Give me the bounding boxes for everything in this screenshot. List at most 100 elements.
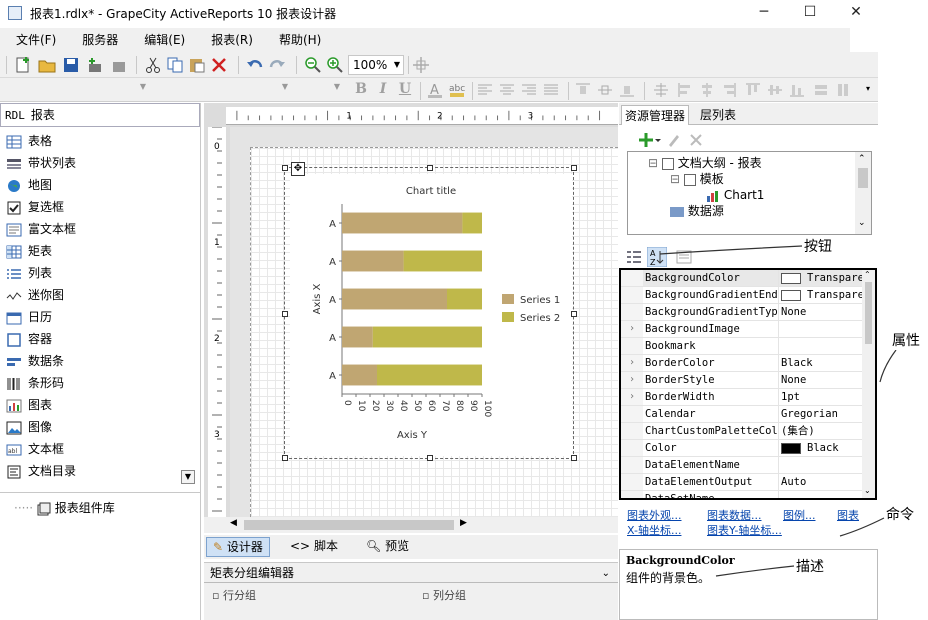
property-value[interactable]: None — [781, 304, 863, 320]
add-icon[interactable] — [639, 131, 663, 149]
toolbox-item-sparkline[interactable]: 迷你图 — [6, 284, 64, 306]
property-row[interactable]: ChartCustomPaletteColo (集合) — [621, 423, 862, 440]
cut-icon[interactable] — [144, 56, 162, 74]
toolbar-overflow-icon[interactable]: ▾ — [866, 84, 870, 93]
property-value[interactable] — [781, 338, 863, 354]
scroll-right-icon[interactable]: ▶ — [460, 518, 467, 528]
property-scrollbar[interactable]: ⌃ ⌄ — [862, 270, 875, 498]
library-item[interactable]: ····· 报表组件库 — [14, 499, 115, 516]
toolbox-item-banded-list[interactable]: 带状列表 — [6, 152, 76, 174]
align-right-icon[interactable] — [520, 81, 538, 99]
resize-handle[interactable] — [427, 165, 433, 171]
scroll-thumb[interactable] — [244, 520, 454, 530]
copy-icon[interactable] — [166, 56, 184, 74]
expand-arrow-icon[interactable]: › — [621, 389, 643, 405]
same-width-icon[interactable] — [812, 81, 830, 99]
property-row[interactable]: › BorderWidth 1pt — [621, 389, 862, 406]
undo-icon[interactable] — [246, 56, 264, 74]
resize-handle[interactable] — [282, 311, 288, 317]
minimize-button[interactable]: ─ — [742, 0, 786, 26]
same-height-icon[interactable] — [834, 81, 852, 99]
expand-arrow-icon[interactable]: › — [621, 372, 643, 388]
valign-middle-icon[interactable] — [596, 81, 614, 99]
tab-explorer[interactable]: 资源管理器 — [621, 105, 690, 125]
remove-section-icon[interactable] — [110, 56, 128, 74]
scroll-left-icon[interactable]: ◀ — [230, 518, 237, 528]
report-canvas[interactable]: Chart title A A A A A 0 10 20 30 40 50 60 70 80 90 100 Ax… — [230, 127, 618, 517]
property-row[interactable]: Color Black — [621, 440, 862, 457]
horizontal-scrollbar[interactable]: ◀ ▶ — [204, 517, 618, 533]
resize-handle[interactable] — [282, 165, 288, 171]
legend-link[interactable]: 图例... — [783, 507, 816, 523]
property-value[interactable]: Transparent — [781, 270, 863, 286]
zoom-in-icon[interactable] — [326, 56, 344, 74]
align-tops-icon[interactable] — [744, 81, 762, 99]
remove-icon[interactable] — [689, 133, 703, 147]
property-value[interactable]: Transparent — [781, 287, 863, 303]
font-color-icon[interactable]: A — [426, 81, 444, 99]
categorized-icon[interactable] — [625, 248, 643, 266]
toolbox-header[interactable]: RDL 报表 — [0, 103, 200, 127]
highlight-color-icon[interactable]: abc — [448, 81, 466, 99]
menu-report[interactable]: 报表(R) — [201, 28, 263, 52]
resize-handle[interactable] — [427, 455, 433, 461]
toolbox-item-tablix[interactable]: 矩表 — [6, 240, 52, 262]
font-size-select[interactable]: ▼ — [296, 80, 344, 100]
property-value[interactable]: Black — [781, 355, 863, 371]
bold-icon[interactable]: B — [352, 81, 370, 99]
property-value[interactable]: (集合) — [781, 423, 863, 439]
zoom-out-icon[interactable] — [304, 56, 322, 74]
property-row[interactable]: BackgroundColor Transparent — [621, 270, 863, 287]
property-row[interactable]: DataSetName — [621, 491, 863, 498]
toolbox-item-chart[interactable]: 图表 — [6, 394, 52, 416]
toolbox-item-barcode[interactable]: 条形码 — [6, 372, 64, 394]
resize-handle[interactable] — [571, 311, 577, 317]
font-select[interactable]: ▼ — [156, 80, 292, 100]
close-button[interactable]: ✕ — [834, 0, 878, 26]
property-row[interactable]: › BorderStyle None — [621, 372, 862, 389]
save-icon[interactable] — [62, 56, 80, 74]
tree-node-datasource[interactable]: 数据源 — [670, 202, 724, 220]
property-row[interactable]: BackgroundGradientEndC Transparent — [621, 287, 863, 304]
property-row[interactable]: Calendar Gregorian — [621, 406, 862, 423]
tab-preview[interactable]: 🔍︎ 预览 — [360, 537, 415, 557]
align-left-icon[interactable] — [476, 81, 494, 99]
property-value[interactable] — [781, 491, 863, 498]
toolbox-item-map[interactable]: 地图 — [6, 174, 52, 196]
tab-layers[interactable]: 层列表 — [697, 105, 739, 125]
align-center-icon[interactable] — [498, 81, 516, 99]
toolbox-item-checkbox[interactable]: 复选框 — [6, 196, 64, 218]
fit-view-icon[interactable] — [412, 56, 430, 74]
resize-handle[interactable] — [282, 455, 288, 461]
toolbox-item-textbox[interactable]: abl 文本框 — [6, 438, 64, 460]
redo-icon[interactable] — [268, 56, 286, 74]
align-middles-icon[interactable] — [766, 81, 784, 99]
style-select[interactable]: ▼ — [10, 80, 150, 100]
align-centers-icon[interactable] — [698, 81, 716, 99]
property-value[interactable]: Black — [781, 440, 863, 456]
toolbox-item-toc[interactable]: 文档目录 — [6, 460, 76, 482]
report-page[interactable]: Chart title A A A A A 0 10 20 30 40 50 60 70 80 90 100 Ax… — [250, 147, 618, 517]
underline-icon[interactable]: U — [396, 81, 414, 99]
property-value[interactable]: None — [781, 372, 863, 388]
zoom-select[interactable]: 100% ▼ — [348, 55, 404, 75]
toolbox-item-list[interactable]: 列表 — [6, 262, 52, 284]
add-section-icon[interactable] — [86, 56, 104, 74]
new-report-icon[interactable] — [14, 56, 32, 74]
chevron-down-icon[interactable]: ⌄ — [602, 564, 610, 584]
property-row[interactable]: BackgroundGradientType None — [621, 304, 862, 321]
chart-data-link[interactable]: 图表数据... — [707, 507, 762, 523]
property-row[interactable]: Bookmark — [621, 338, 862, 355]
toolbox-item-databar[interactable]: 数据条 — [6, 350, 64, 372]
align-justify-icon[interactable] — [542, 81, 560, 99]
resize-handle[interactable] — [571, 455, 577, 461]
menu-server[interactable]: 服务器 — [72, 28, 128, 52]
property-value[interactable] — [781, 457, 863, 473]
maximize-button[interactable]: ☐ — [788, 0, 832, 26]
property-row[interactable]: › BackgroundImage — [621, 321, 862, 338]
snap-grid-icon[interactable] — [652, 81, 670, 99]
chart-control[interactable]: Chart title A A A A A 0 10 20 30 40 50 60 70 80 90 100 Ax… — [290, 174, 572, 456]
toolbox-item-container[interactable]: 容器 — [6, 328, 52, 350]
y-axis-link[interactable]: 图表Y-轴坐标... — [707, 522, 782, 538]
tree-scrollbar[interactable]: ⌃ ⌄ — [855, 152, 871, 234]
